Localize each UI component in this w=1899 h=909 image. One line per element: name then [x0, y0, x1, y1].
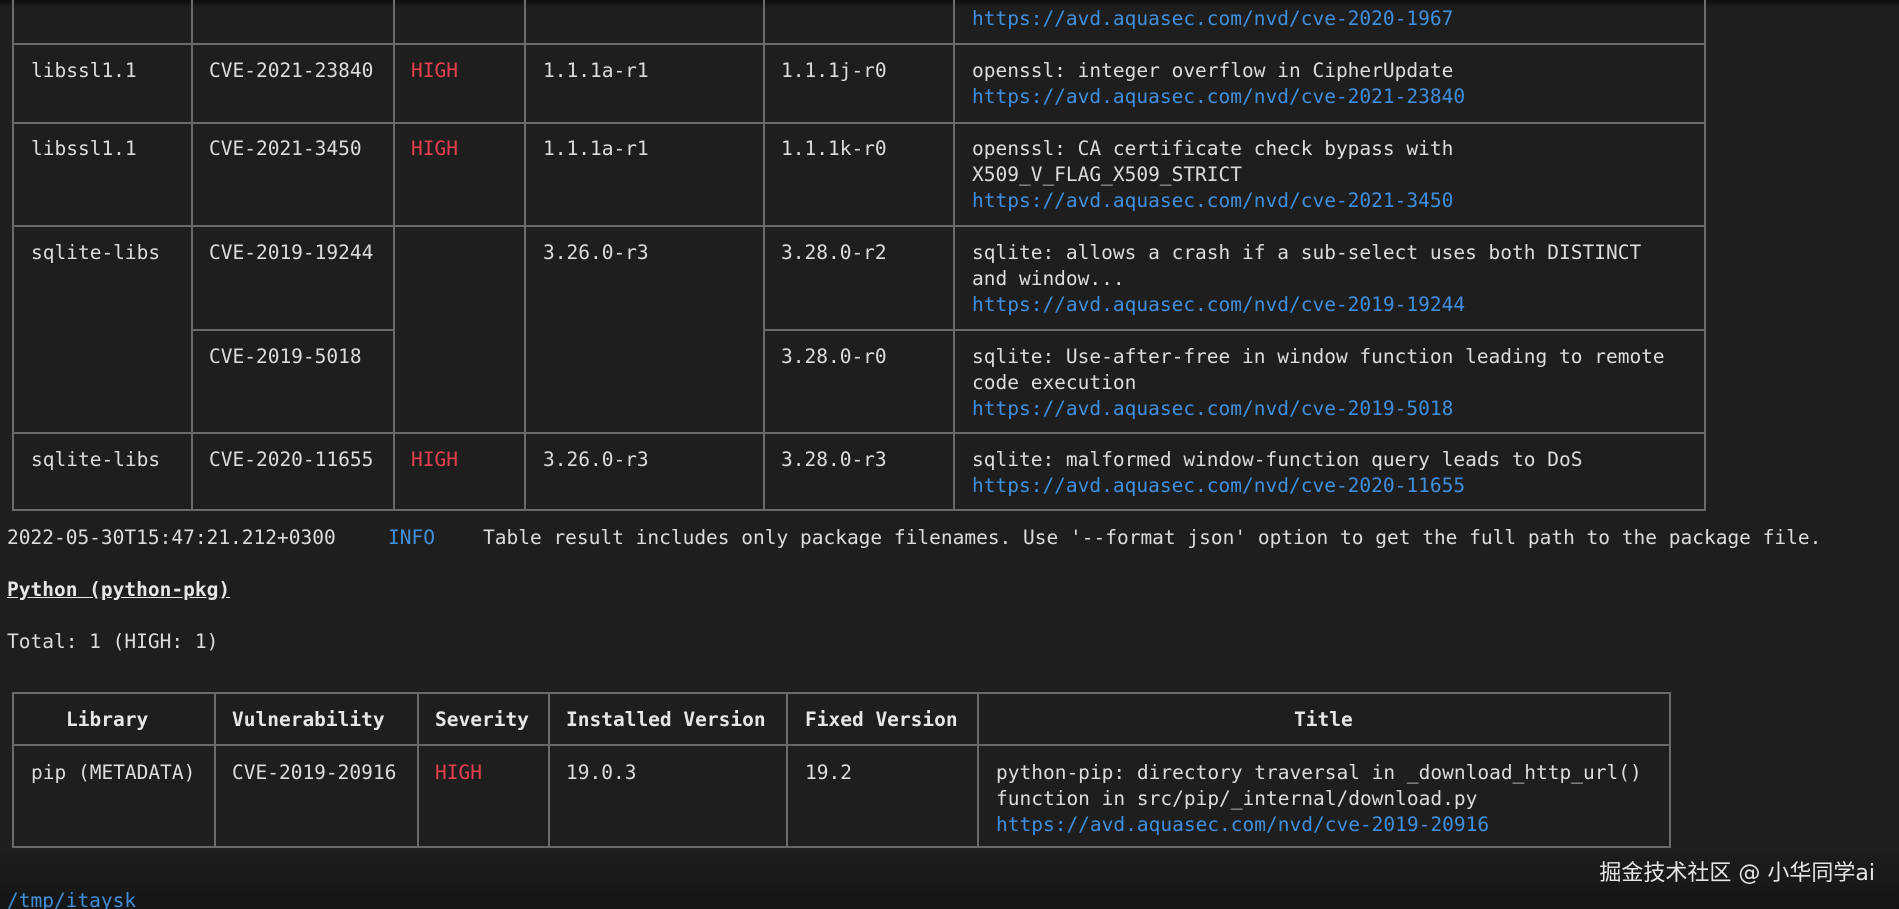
- cve-link[interactable]: https://avd.aquasec.com/nvd/cve-2020-116…: [972, 474, 1465, 497]
- title-cell: code execution: [972, 371, 1137, 394]
- title-cell: function in src/pip/_internal/download.p…: [996, 787, 1478, 810]
- cve-link[interactable]: https://avd.aquasec.com/nvd/cve-2021-238…: [972, 85, 1465, 108]
- table-rule: [524, 0, 526, 511]
- vulnerability-cell: CVE-2021-3450: [209, 137, 362, 160]
- total-summary: Total: 1 (HIGH: 1): [7, 630, 219, 653]
- column-header-installed-version: Installed Version: [566, 708, 766, 731]
- fixed-version-cell: 19.2: [805, 761, 852, 784]
- fixed-version-cell: 3.28.0-r3: [781, 448, 887, 471]
- title-cell: openssl: integer overflow in CipherUpdat…: [972, 59, 1454, 82]
- title-cell: X509_V_FLAG_X509_STRICT: [972, 163, 1243, 186]
- severity-badge: HIGH: [411, 59, 458, 82]
- table-rule: [12, 692, 1671, 694]
- table-rule: [12, 432, 1706, 434]
- vulnerability-cell: CVE-2020-11655: [209, 448, 374, 471]
- installed-version-cell: 3.26.0-r3: [543, 241, 649, 264]
- table-rule: [763, 0, 765, 511]
- cve-link[interactable]: https://avd.aquasec.com/nvd/cve-2019-209…: [996, 813, 1489, 836]
- title-cell: sqlite: malformed window-function query …: [972, 448, 1583, 471]
- table-rule: [1669, 692, 1671, 848]
- title-cell: and window...: [972, 267, 1125, 290]
- table-rule: [953, 0, 955, 511]
- table-rule: [12, 692, 14, 848]
- log-timestamp: 2022-05-30T15:47:21.212+0300: [7, 526, 336, 549]
- fixed-version-cell: 3.28.0-r2: [781, 241, 887, 264]
- table-rule: [12, 744, 1671, 746]
- installed-version-cell: 3.26.0-r3: [543, 448, 649, 471]
- table-rule: [393, 0, 395, 511]
- table-rule: [191, 329, 394, 331]
- log-message: Table result includes only package filen…: [483, 526, 1822, 549]
- table-rule: [1704, 0, 1706, 511]
- column-header-vulnerability: Vulnerability: [232, 708, 385, 731]
- section-heading: Python (python-pkg): [7, 578, 231, 601]
- table-rule: [12, 0, 14, 511]
- installed-version-cell: 1.1.1a-r1: [543, 59, 649, 82]
- library-cell: libssl1.1: [31, 137, 137, 160]
- library-cell: sqlite-libs: [31, 241, 161, 264]
- table-rule: [417, 692, 419, 848]
- severity-badge: HIGH: [411, 448, 458, 471]
- watermark: 掘金技术社区 @ 小华同学ai: [1599, 861, 1875, 886]
- table-rule: [786, 692, 788, 848]
- installed-version-cell: 1.1.1a-r1: [543, 137, 649, 160]
- table-rule: [548, 692, 550, 848]
- vulnerability-cell: CVE-2019-19244: [209, 241, 374, 264]
- title-cell: sqlite: Use-after-free in window functio…: [972, 345, 1665, 368]
- table-rule: [524, 122, 1706, 124]
- cve-link[interactable]: https://avd.aquasec.com/nvd/cve-2020-196…: [972, 7, 1453, 30]
- vulnerability-cell: CVE-2019-20916: [232, 761, 397, 784]
- table-rule: [12, 122, 525, 124]
- title-cell: python-pip: directory traversal in _down…: [996, 761, 1642, 784]
- table-rule: [977, 692, 979, 848]
- column-header-severity: Severity: [435, 708, 529, 731]
- title-cell: openssl: CA certificate check bypass wit…: [972, 137, 1454, 160]
- column-header-title: Title: [1294, 708, 1353, 731]
- prompt-path: /tmp/itaysk: [7, 889, 137, 909]
- top-edge-shadow: [0, 0, 1899, 8]
- vulnerability-cell: CVE-2021-23840: [209, 59, 374, 82]
- severity-badge: HIGH: [435, 761, 482, 784]
- table-rule: [214, 692, 216, 848]
- installed-version-cell: 19.0.3: [566, 761, 637, 784]
- table-rule: [191, 0, 193, 511]
- column-header-library: Library: [66, 708, 149, 731]
- fixed-version-cell: 3.28.0-r0: [781, 345, 887, 368]
- cve-link[interactable]: https://avd.aquasec.com/nvd/cve-2019-192…: [972, 293, 1465, 316]
- table-rule: [12, 43, 1706, 45]
- column-header-fixed-version: Fixed Version: [805, 708, 958, 731]
- fixed-version-cell: 1.1.1j-r0: [781, 59, 887, 82]
- title-cell: sqlite: allows a crash if a sub-select u…: [972, 241, 1642, 264]
- table-rule: [763, 329, 1706, 331]
- fixed-version-cell: 1.1.1k-r0: [781, 137, 887, 160]
- library-cell: sqlite-libs: [31, 448, 161, 471]
- severity-badge: HIGH: [411, 137, 458, 160]
- log-level: INFO: [388, 526, 435, 549]
- library-cell: libssl1.1: [31, 59, 137, 82]
- vulnerability-cell: CVE-2019-5018: [209, 345, 362, 368]
- library-cell: pip (METADATA): [31, 761, 196, 784]
- cve-link[interactable]: https://avd.aquasec.com/nvd/cve-2019-501…: [972, 397, 1453, 420]
- cve-link[interactable]: https://avd.aquasec.com/nvd/cve-2021-345…: [972, 189, 1453, 212]
- table-rule: [12, 225, 1706, 227]
- table-rule: [12, 509, 1706, 511]
